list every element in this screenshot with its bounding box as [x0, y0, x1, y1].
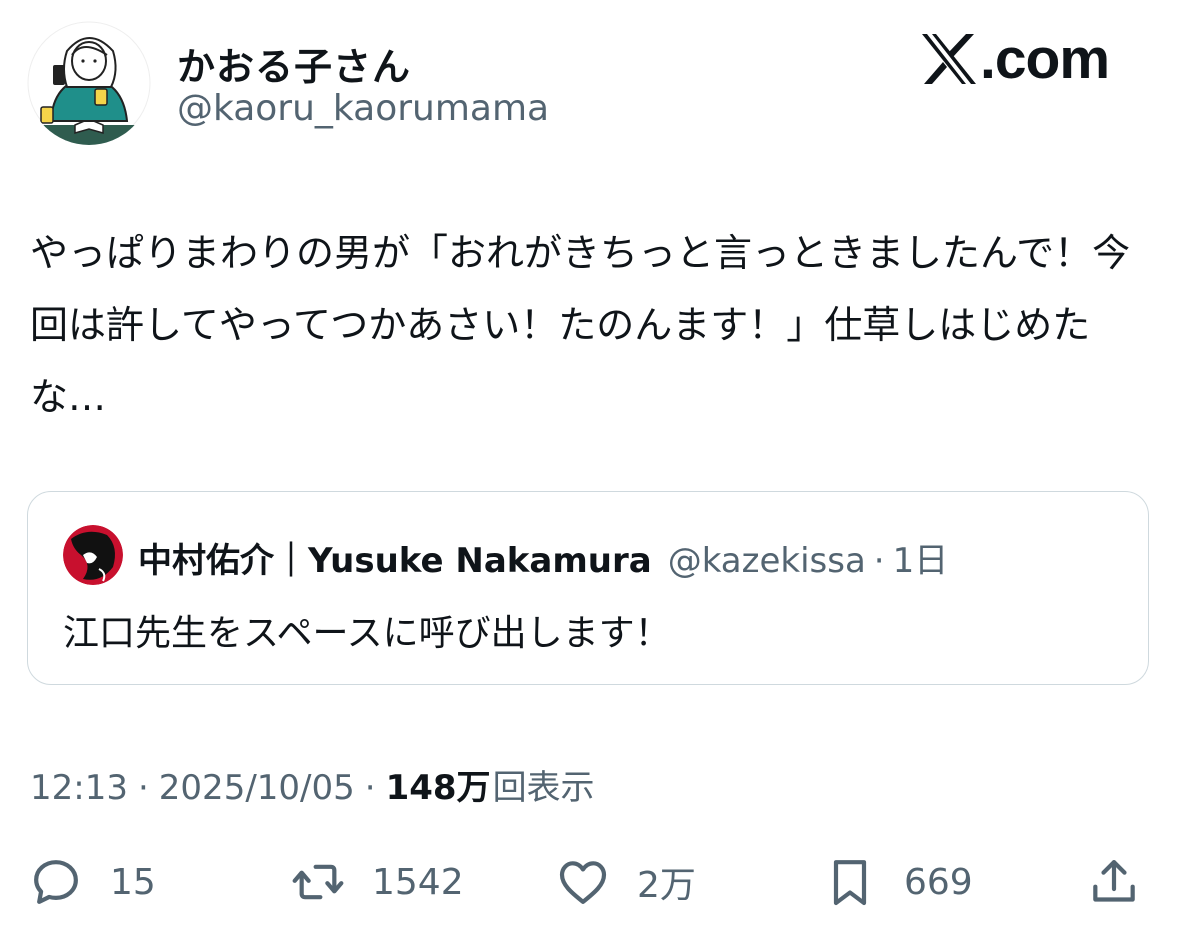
like-button[interactable]: 2万: [555, 850, 696, 914]
views-label: 回表示: [492, 768, 595, 808]
quote-separator: ·: [873, 541, 885, 581]
like-count: 2万: [637, 865, 696, 906]
brand-text: .com: [980, 27, 1110, 91]
retweet-button[interactable]: 1542: [290, 850, 464, 914]
share-button[interactable]: [1086, 850, 1142, 914]
reply-button[interactable]: 15: [28, 850, 156, 914]
author-avatar[interactable]: [27, 21, 151, 145]
quote-author-avatar[interactable]: [63, 525, 123, 585]
bookmark-button[interactable]: 669: [822, 850, 973, 914]
illustrated-woman-with-phone-avatar: [27, 21, 151, 145]
meta-separator: ·: [137, 768, 149, 808]
bookmark-count: 669: [904, 861, 973, 903]
quote-author-name[interactable]: 中村佑介｜Yusuke Nakamura: [138, 533, 652, 582]
quote-text: 江口先生をスペースに呼び出します！: [63, 613, 671, 654]
tweet-meta: 12:13 · 2025/10/05 · 148万 回表示: [30, 760, 595, 809]
tweet-time[interactable]: 12:13: [30, 768, 128, 808]
share-icon: [1093, 860, 1135, 902]
meta-separator: ·: [364, 768, 376, 808]
quote-tweet-card[interactable]: 中村佑介｜Yusuke Nakamura @kazekissa · 1日 江口先…: [27, 491, 1149, 685]
red-black-illustration-avatar: [63, 525, 123, 585]
reply-icon: [34, 860, 78, 904]
reply-count: 15: [110, 861, 156, 903]
action-bar: 15 1542 2万 669: [0, 850, 1179, 914]
views-count: 148万: [385, 768, 491, 808]
quote-author-handle[interactable]: @kazekissa: [668, 541, 866, 581]
author-handle[interactable]: @kaoru_kaorumama: [177, 88, 549, 129]
quote-timestamp: 1日: [892, 541, 949, 581]
author-display-name[interactable]: かおる子さん: [177, 36, 411, 91]
tweet-date[interactable]: 2025/10/05: [159, 768, 355, 808]
quote-header: 中村佑介｜Yusuke Nakamura @kazekissa · 1日: [138, 533, 948, 582]
tweet-text: やっぱりまわりの男が「おれがきちっと言っときましたんで！今回は許してやってつかあ…: [30, 231, 1131, 419]
heart-icon: [559, 861, 607, 904]
bookmark-icon: [833, 860, 867, 906]
retweet-icon: [292, 864, 344, 900]
retweet-count: 1542: [372, 861, 464, 903]
x-logo-icon: [922, 34, 976, 84]
brand-watermark: .com: [920, 27, 1110, 91]
